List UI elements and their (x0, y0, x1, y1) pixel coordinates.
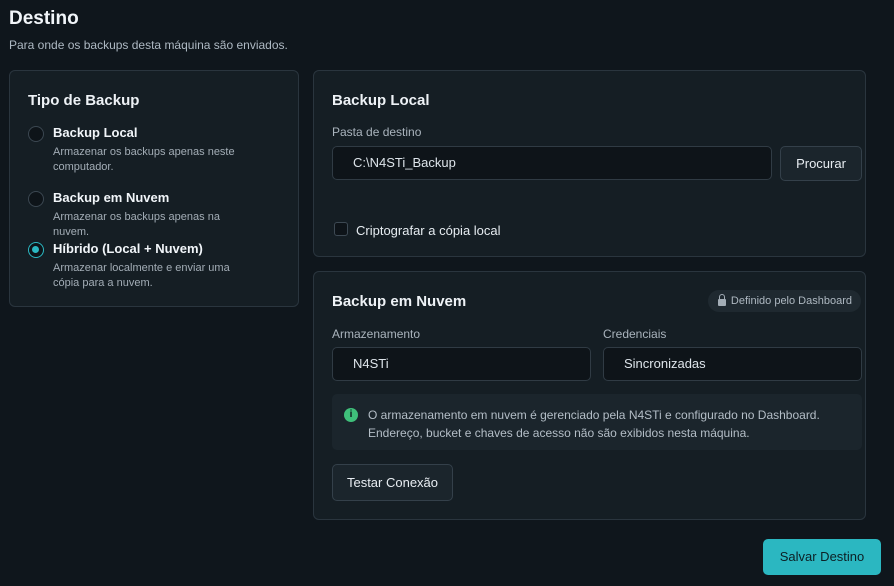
radio-option-hybrid[interactable]: Híbrido (Local + Nuvem) Armazenar localm… (28, 241, 258, 291)
storage-field: N4STi (332, 347, 591, 381)
radio-local-label: Backup Local (53, 125, 138, 140)
lock-icon (717, 293, 726, 306)
dashboard-badge-label: Definido pelo Dashboard (730, 295, 852, 307)
local-backup-card: Backup Local Pasta de destino C:\N4STi_B… (313, 70, 866, 257)
radio-local-description: Armazenar os backups apenas neste comput… (53, 146, 235, 173)
encrypt-label: Criptografar a cópia local (356, 223, 501, 238)
radio-option-cloud[interactable]: Backup em Nuvem Armazenar os backups ape… (28, 190, 258, 240)
cloud-info-text: O armazenamento em nuvem é gerenciado pe… (368, 408, 820, 440)
radio-cloud[interactable] (28, 191, 44, 207)
info-icon: i (344, 408, 358, 422)
test-connection-button[interactable]: Testar Conexão (332, 464, 453, 501)
cloud-backup-title: Backup em Nuvem (332, 293, 467, 310)
radio-hybrid-label: Híbrido (Local + Nuvem) (53, 241, 203, 256)
backup-type-title: Tipo de Backup (28, 92, 140, 109)
credentials-field: Sincronizadas (603, 347, 862, 381)
radio-hybrid[interactable] (28, 242, 44, 258)
dashboard-badge: Definido pelo Dashboard (707, 290, 861, 312)
cloud-backup-card: Backup em Nuvem Definido pelo Dashboard … (313, 271, 866, 520)
credentials-label: Credenciais (603, 327, 667, 341)
encrypt-checkbox[interactable] (334, 222, 348, 236)
backup-type-card: Tipo de Backup Backup Local Armazenar os… (9, 70, 299, 307)
save-destination-button[interactable]: Salvar Destino (763, 539, 881, 575)
radio-cloud-label: Backup em Nuvem (53, 190, 170, 205)
radio-cloud-description: Armazenar os backups apenas na nuvem. (53, 211, 220, 238)
radio-local[interactable] (28, 126, 44, 142)
folder-path-input[interactable]: C:\N4STi_Backup (332, 146, 772, 180)
radio-option-local[interactable]: Backup Local Armazenar os backups apenas… (28, 125, 258, 175)
storage-label: Armazenamento (332, 327, 421, 341)
local-backup-title: Backup Local (332, 92, 430, 109)
page-subtitle: Para onde os backups desta máquina são e… (9, 38, 288, 52)
radio-hybrid-description: Armazenar localmente e enviar uma cópia … (53, 262, 230, 289)
page-title: Destino (9, 8, 79, 29)
folder-label: Pasta de destino (332, 125, 422, 139)
browse-button[interactable]: Procurar (780, 146, 862, 181)
cloud-info-box: i O armazenamento em nuvem é gerenciado … (332, 394, 862, 450)
